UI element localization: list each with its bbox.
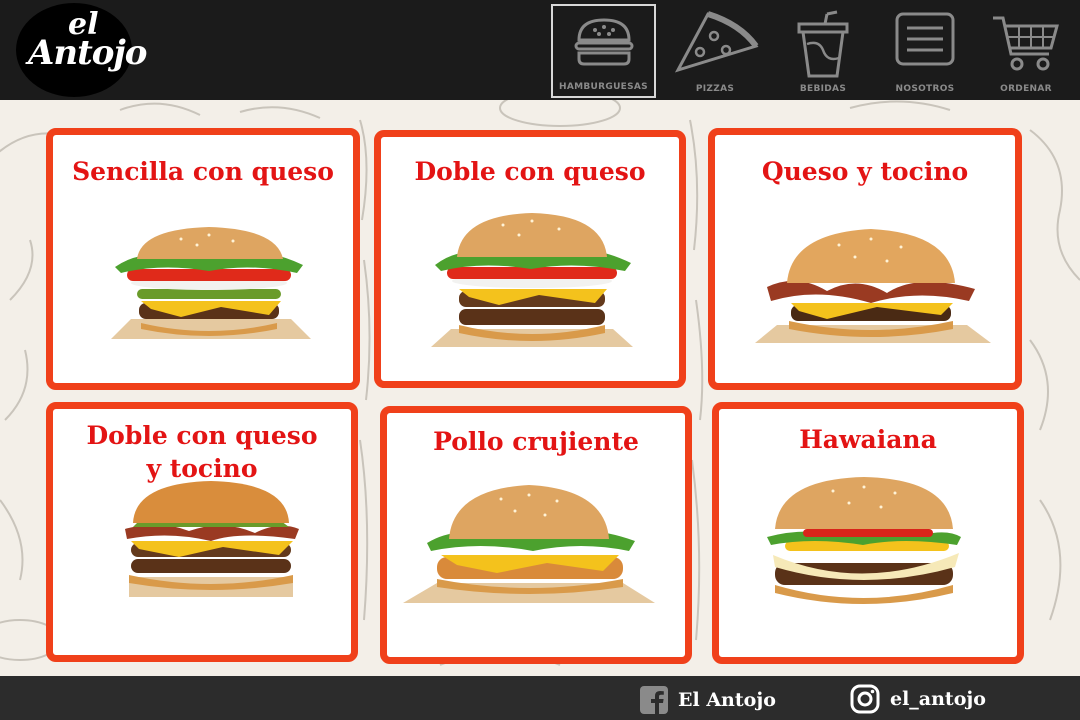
menu-card-pollo[interactable]: Pollo crujiente: [380, 406, 692, 664]
instagram-link[interactable]: el_antojo: [850, 684, 986, 714]
brand-logo[interactable]: el Antojo: [16, 3, 147, 97]
burger-image: [431, 213, 633, 347]
card-title: Queso y tocino: [761, 157, 969, 186]
nav-label: NOSOTROS: [895, 84, 955, 94]
nav-hamburguesas[interactable]: HAMBURGUESAS: [551, 4, 656, 98]
instagram-icon: [850, 684, 880, 714]
drink-icon: [797, 10, 849, 78]
nav-label: HAMBURGUESAS: [559, 82, 648, 92]
menu-icon: [895, 12, 955, 66]
pizza-icon: [674, 11, 759, 73]
nav-label: BEBIDAS: [799, 84, 847, 94]
menu-card-doble[interactable]: Doble con queso: [374, 130, 686, 388]
nav-pizzas[interactable]: PIZZAS: [668, 4, 762, 98]
burger-image: [111, 227, 311, 339]
logo-antojo-text: Antojo: [28, 33, 147, 73]
instagram-label: el_antojo: [890, 688, 986, 710]
card-title: Hawaiana: [799, 425, 937, 454]
menu-card-doble-tocino[interactable]: Doble con queso y tocino: [46, 402, 358, 662]
facebook-label: El Antojo: [678, 689, 776, 711]
nav-label: PIZZAS: [695, 84, 735, 94]
card-title: Sencilla con queso: [72, 157, 334, 186]
nav-bebidas[interactable]: BEBIDAS: [778, 4, 868, 98]
header: el Antojo HAMBURGUESAS PIZZAS BEBIDAS NO…: [0, 0, 1080, 100]
burger-image: [755, 229, 991, 343]
facebook-icon: [640, 686, 668, 714]
card-title: Doble con queso: [414, 157, 646, 186]
burger-image: [125, 481, 299, 597]
burger-image: [403, 485, 655, 603]
burger-icon: [574, 18, 633, 66]
cart-icon: [993, 16, 1059, 71]
menu-card-sencilla[interactable]: Sencilla con queso: [46, 128, 360, 390]
menu-card-hawaiana[interactable]: Hawaiana: [712, 402, 1024, 664]
footer: El Antojo el_antojo: [0, 676, 1080, 720]
menu-card-queso-tocino[interactable]: Queso y tocino: [708, 128, 1022, 390]
nav-nosotros[interactable]: NOSOTROS: [880, 4, 970, 98]
card-title-line1: Doble con queso: [86, 421, 318, 450]
nav-label: ORDENAR: [1000, 84, 1052, 94]
card-title: Pollo crujiente: [433, 427, 639, 456]
menu-area: Sencilla con queso Doble con queso Queso…: [0, 100, 1080, 676]
burger-image: [767, 477, 961, 604]
facebook-link[interactable]: El Antojo: [640, 686, 776, 714]
nav-ordenar[interactable]: ORDENAR: [984, 4, 1068, 98]
